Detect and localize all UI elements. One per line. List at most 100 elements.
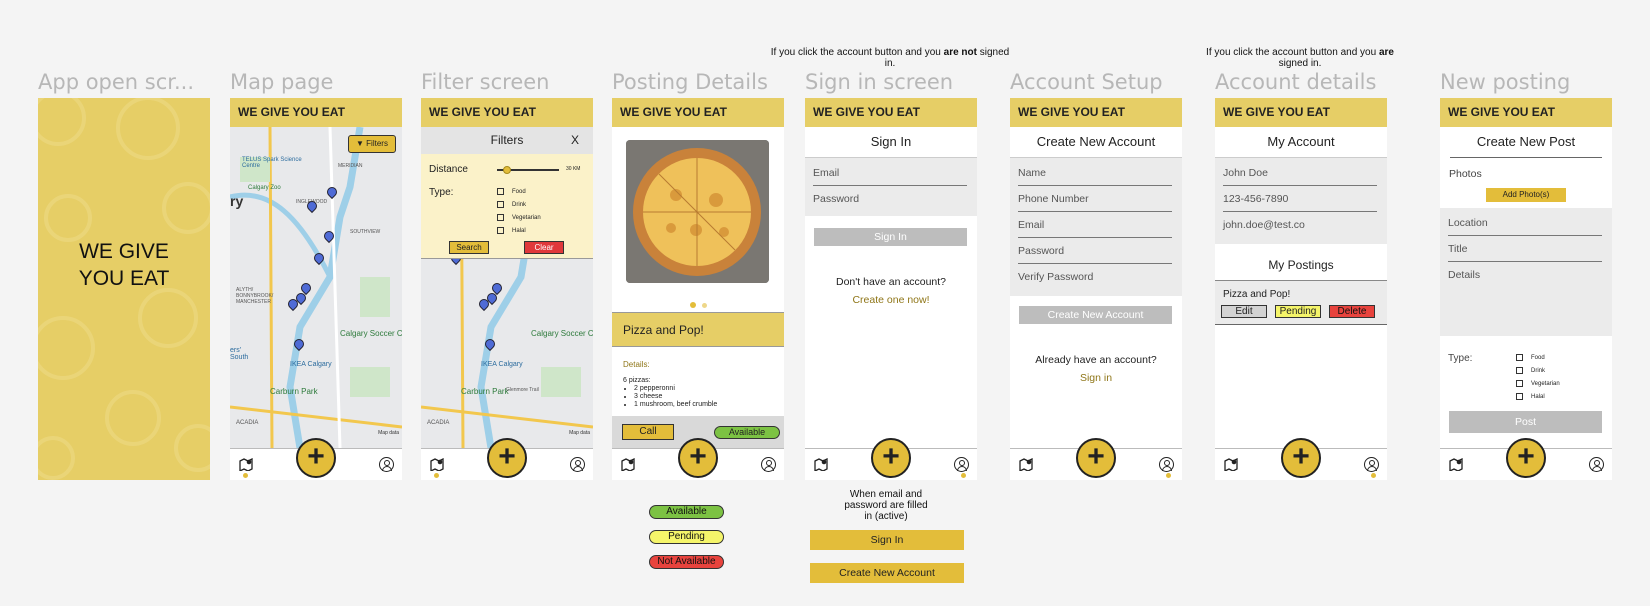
checkbox[interactable] [1516,392,1523,400]
map-nav-icon[interactable] [430,458,444,471]
type-option[interactable]: Halal [1516,392,1560,405]
map-label: MERIDIAN [338,163,363,169]
checkbox[interactable] [1516,379,1523,387]
type-option[interactable]: Halal [497,226,541,239]
carousel-dot-active[interactable] [690,302,696,308]
type-option[interactable]: Drink [1516,366,1560,379]
posting-details-screen: WE GIVE YOU EAT Pizza and Pop! Details: … [612,98,784,480]
user-icon[interactable] [1589,457,1604,472]
add-post-button[interactable]: + [678,438,718,478]
search-button[interactable]: Search [449,241,489,254]
map-label: ACADIA [236,420,259,426]
title-field[interactable]: Title [1448,236,1602,262]
password-field[interactable]: Password [1018,238,1172,264]
map-nav-icon[interactable] [239,458,253,471]
checkbox[interactable] [497,187,504,195]
type-option[interactable]: Vegetarian [497,213,541,226]
app-header: WE GIVE YOU EAT [1440,98,1612,127]
active-sign-in-button[interactable]: Sign In [810,530,964,550]
add-photos-button[interactable]: Add Photo(s) [1486,188,1566,202]
email-field[interactable]: Email [1018,212,1172,238]
active-create-account-button[interactable]: Create New Account [810,563,964,583]
map-page-screen: WE GIVE YOU EAT TELUS Spark Science Cent… [230,98,402,480]
password-field[interactable]: Password [813,186,967,212]
checkbox[interactable] [497,226,504,234]
checkbox[interactable] [1516,366,1523,374]
pending-badge: Pending [1275,305,1321,318]
type-option[interactable]: Food [1516,353,1560,366]
create-account-link[interactable]: Create one now! [805,294,977,306]
filter-panel-title: Filters [490,133,524,147]
user-icon[interactable] [761,457,776,472]
map-nav-icon[interactable] [621,458,635,471]
map-label: Map data [378,430,399,436]
no-account-text: Don't have an account? [836,276,946,288]
add-post-button[interactable]: + [1076,438,1116,478]
carousel-dots [690,295,708,313]
carousel-dot[interactable] [702,303,708,308]
app-header: WE GIVE YOU EAT [805,98,977,127]
sign-in-link[interactable]: Sign in [1010,372,1182,384]
verify-password-field[interactable]: Verify Password [1018,264,1172,290]
map-label: SOUTHVIEW [350,229,381,235]
splash-logo-text: WE GIVE YOU EAT [78,240,170,290]
close-icon[interactable]: X [571,133,579,147]
map-label: Map data [569,430,590,436]
map-label: ALYTH/ BONNYBROOK/ MANCHESTER [236,287,274,305]
create-account-button[interactable]: Create New Account [1019,306,1172,324]
type-label: Type: [1448,353,1473,364]
app-header: WE GIVE YOU EAT [1010,98,1182,127]
add-post-button[interactable]: + [296,438,336,478]
clear-button[interactable]: Clear [524,241,564,254]
map-nav-icon[interactable] [1224,458,1238,471]
post-button[interactable]: Post [1449,411,1602,433]
filters-button[interactable]: ▼ Filters [348,135,396,153]
phone-field[interactable]: Phone Number [1018,186,1172,212]
frame-title-map: Map page [230,70,334,94]
details-field[interactable]: Details [1448,262,1602,288]
type-option[interactable]: Drink [497,200,541,213]
edit-button[interactable]: Edit [1221,305,1267,318]
add-post-button[interactable]: + [487,438,527,478]
user-icon[interactable] [379,457,394,472]
checkbox[interactable] [497,213,504,221]
name-field[interactable]: Name [1018,160,1172,186]
app-header: WE GIVE YOU EAT [1215,98,1387,127]
checkbox[interactable] [1516,353,1523,361]
sign-in-button[interactable]: Sign In [814,228,967,246]
user-icon[interactable] [570,457,585,472]
user-icon[interactable] [1364,457,1379,472]
map-nav-icon[interactable] [1449,458,1463,471]
map-label: Carburn Park [461,387,509,396]
add-post-button[interactable]: + [1281,438,1321,478]
user-icon[interactable] [954,457,969,472]
checkbox[interactable] [497,200,504,208]
call-button[interactable]: Call [622,424,674,440]
type-option[interactable]: Vegetarian [1516,379,1560,392]
map-view[interactable]: TELUS Spark Science Centre MERIDIAN ry C… [230,127,402,448]
posting-items-list: 2 pepperonni 3 cheese 1 mushroom, beef c… [634,385,717,409]
user-icon[interactable] [1159,457,1174,472]
map-nav-icon[interactable] [1019,458,1033,471]
map-label: ACADIA [427,420,450,426]
type-option[interactable]: Food [497,187,541,200]
map-nav-icon[interactable] [814,458,828,471]
new-post-form: Location Title Details [1440,208,1612,336]
filter-panel-header: Filters X [421,127,593,154]
frame-title-posting: Posting Details [612,70,768,94]
sign-in-screen: WE GIVE YOU EAT Sign In Email Password S… [805,98,977,480]
app-header: WE GIVE YOU EAT [421,98,593,127]
have-account-text: Already have an account? [1035,354,1157,366]
add-post-button[interactable]: + [871,438,911,478]
map-label: Calgary Soccer Cent [340,329,402,338]
map-label: ry [230,193,244,209]
distance-slider[interactable] [497,166,559,174]
delete-button[interactable]: Delete [1329,305,1375,318]
add-post-button[interactable]: + [1506,438,1546,478]
location-field[interactable]: Location [1448,210,1602,236]
slider-thumb[interactable] [503,166,511,174]
email-field[interactable]: Email [813,160,967,186]
frame-title-account: Account details [1215,70,1377,94]
type-checkbox-list: Food Drink Vegetarian Halal [1516,353,1560,405]
active-tab-indicator [1371,473,1376,478]
